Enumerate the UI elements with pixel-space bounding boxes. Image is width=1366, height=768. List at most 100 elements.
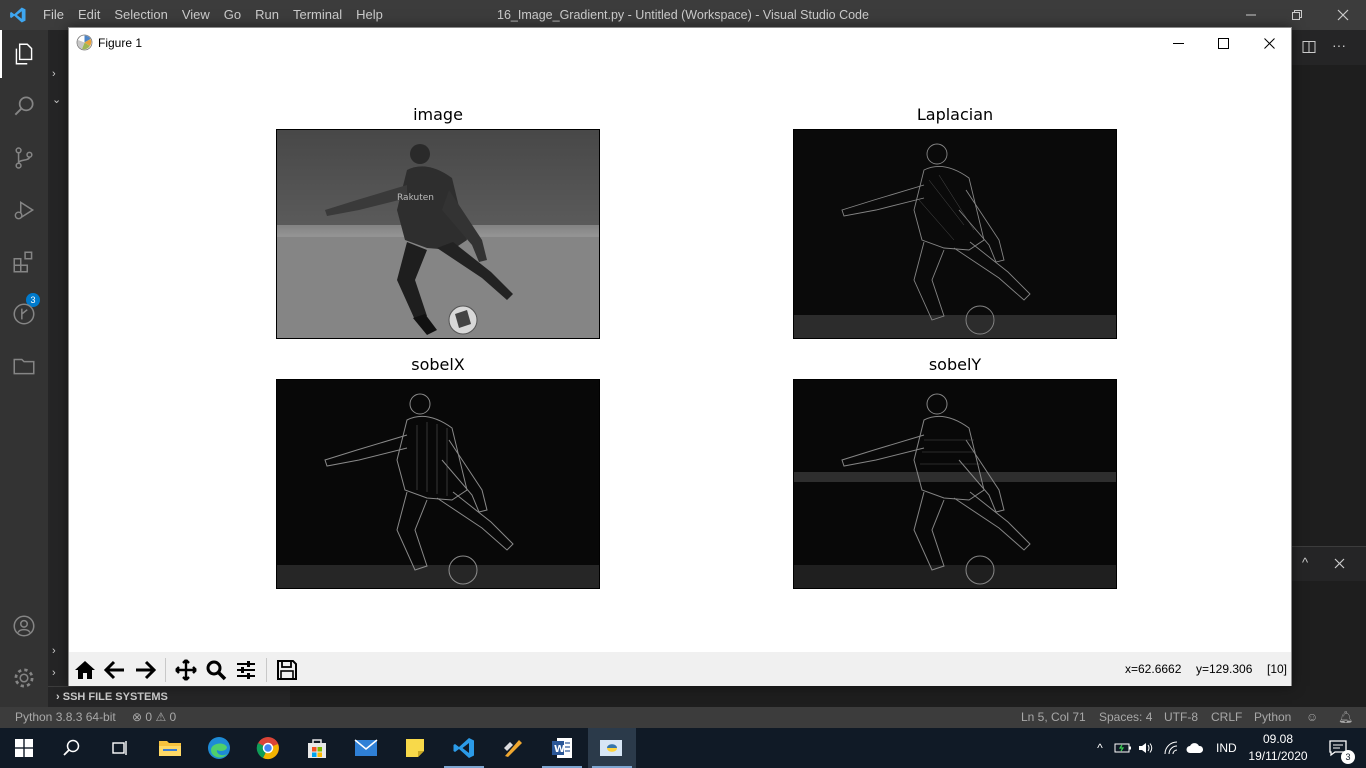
line-endings[interactable]: CRLF (1211, 707, 1242, 728)
toolbar-separator (165, 658, 166, 682)
source-control-icon[interactable] (0, 134, 48, 182)
file-explorer-icon (159, 741, 181, 756)
menu-go[interactable]: Go (217, 0, 248, 30)
cursor-position[interactable]: Ln 5, Col 71 (1021, 707, 1086, 728)
subplot-title-sobelx: sobelX (411, 355, 465, 374)
svg-text:W: W (554, 744, 565, 755)
notifications-bell-icon[interactable]: 🔔︎ (1338, 707, 1353, 728)
close-icon (1263, 37, 1275, 49)
feedback-icon[interactable]: ☺ (1306, 707, 1318, 728)
wifi-icon[interactable] (1164, 741, 1180, 755)
task-view-button[interactable] (96, 728, 144, 768)
split-editor-icon[interactable] (1302, 40, 1316, 54)
menu-view[interactable]: View (175, 0, 217, 30)
home-icon (75, 661, 95, 679)
clock[interactable]: 09.08 19/11/2020 (1246, 731, 1310, 765)
pixel-value-readout: [10] (1267, 662, 1288, 676)
onedrive-cloud-icon[interactable] (1186, 741, 1204, 755)
taskbar-edge[interactable] (195, 728, 243, 768)
minimize-icon (1172, 42, 1184, 44)
accounts-icon[interactable] (0, 602, 48, 650)
chevron-right-icon[interactable]: › (52, 667, 56, 679)
vscode-minimize-button[interactable] (1228, 0, 1274, 30)
arrow-left-icon (104, 660, 124, 680)
more-actions-icon[interactable]: ··· (1332, 37, 1346, 53)
menu-terminal[interactable]: Terminal (286, 0, 349, 30)
extensions-icon[interactable] (0, 238, 48, 286)
battery-charging-icon[interactable] (1114, 741, 1132, 755)
taskbar-vscode[interactable] (440, 728, 488, 768)
close-panel-icon[interactable] (1334, 558, 1345, 569)
chevron-right-icon[interactable]: › (52, 68, 56, 80)
subplot-title-laplacian: Laplacian (916, 105, 994, 124)
status-bar: Python 3.8.3 64-bit ⊗ 0 ⚠ 0 Ln 5, Col 71… (0, 707, 1366, 728)
ssh-file-systems-section[interactable]: › SSH FILE SYSTEMS (48, 686, 290, 707)
figure-maximize-button[interactable] (1200, 28, 1246, 58)
volume-icon[interactable] (1138, 741, 1156, 755)
indentation[interactable]: Spaces: 4 (1099, 707, 1152, 728)
python-figure-icon (600, 740, 622, 756)
zoom-button[interactable] (202, 656, 230, 684)
configure-subplots-button[interactable] (232, 656, 260, 684)
menu-file[interactable]: File (36, 0, 71, 30)
sliders-icon (237, 661, 255, 679)
home-button[interactable] (71, 656, 99, 684)
taskbar-app-tool[interactable] (489, 728, 537, 768)
taskbar-file-explorer[interactable] (146, 728, 194, 768)
subplot-title-sobely: sobelY (928, 355, 982, 374)
menu-edit[interactable]: Edit (71, 0, 107, 30)
vscode-titlebar: File Edit Selection View Go Run Terminal… (0, 0, 1366, 30)
search-icon[interactable] (0, 82, 48, 130)
action-center-button[interactable]: 3 (1318, 728, 1358, 768)
forward-button[interactable] (131, 656, 159, 684)
subplot-title-image: image (413, 105, 463, 124)
taskbar-store[interactable] (293, 728, 341, 768)
menu-help[interactable]: Help (349, 0, 390, 30)
figure-close-button[interactable] (1246, 28, 1292, 58)
folder-icon[interactable] (0, 342, 48, 390)
start-button[interactable] (0, 728, 48, 768)
sidebar (48, 30, 68, 707)
save-icon (277, 660, 297, 680)
matplotlib-icon (76, 34, 93, 51)
chevron-right-icon[interactable]: › (52, 645, 56, 657)
taskbar-search-button[interactable] (48, 728, 96, 768)
figure-minimize-button[interactable] (1155, 28, 1201, 58)
input-language[interactable]: IND (1216, 741, 1237, 755)
pan-button[interactable] (172, 656, 200, 684)
windows-logo-icon (15, 739, 33, 757)
figure-window: Figure 1 image Rakuten Laplacian sobelX … (68, 27, 1292, 686)
explorer-icon[interactable] (0, 30, 48, 78)
clock-date: 19/11/2020 (1248, 749, 1308, 763)
menu-selection[interactable]: Selection (107, 0, 174, 30)
error-icon: ⊗ (132, 710, 143, 724)
taskbar-word[interactable]: W (538, 728, 586, 768)
remote-explorer-icon[interactable] (0, 290, 48, 338)
taskbar-mail[interactable] (342, 728, 390, 768)
back-button[interactable] (101, 656, 129, 684)
menu-run[interactable]: Run (248, 0, 286, 30)
show-hidden-icons-chevron-icon[interactable]: ^ (1090, 741, 1110, 755)
chevron-up-icon[interactable]: ^ (1302, 555, 1308, 570)
figure-canvas[interactable]: image Rakuten Laplacian sobelX sobelY (69, 58, 1291, 652)
taskbar-python[interactable] (588, 728, 636, 768)
ssh-section-label: SSH FILE SYSTEMS (62, 691, 168, 703)
python-interpreter[interactable]: Python 3.8.3 64-bit (15, 707, 116, 728)
settings-gear-icon[interactable] (0, 654, 48, 702)
save-figure-button[interactable] (273, 656, 301, 684)
error-count: 0 (145, 710, 153, 724)
taskbar-chrome[interactable] (244, 728, 292, 768)
language-mode[interactable]: Python (1254, 707, 1291, 728)
store-icon (308, 739, 326, 758)
run-debug-icon[interactable] (0, 186, 48, 234)
clock-time: 09.08 (1262, 732, 1294, 746)
encoding[interactable]: UTF-8 (1164, 707, 1198, 728)
subplot-image-grayscale: Rakuten (276, 129, 600, 339)
taskbar-sticky-notes[interactable] (391, 728, 439, 768)
vscode-restore-button[interactable] (1274, 0, 1320, 30)
subplot-image-sobely (793, 379, 1117, 589)
restore-icon (1292, 10, 1302, 20)
vscode-close-button[interactable] (1320, 0, 1366, 30)
problems-indicator[interactable]: ⊗ 0 ⚠ 0 (132, 707, 176, 728)
chevron-down-icon[interactable]: ⌄ (52, 93, 61, 106)
